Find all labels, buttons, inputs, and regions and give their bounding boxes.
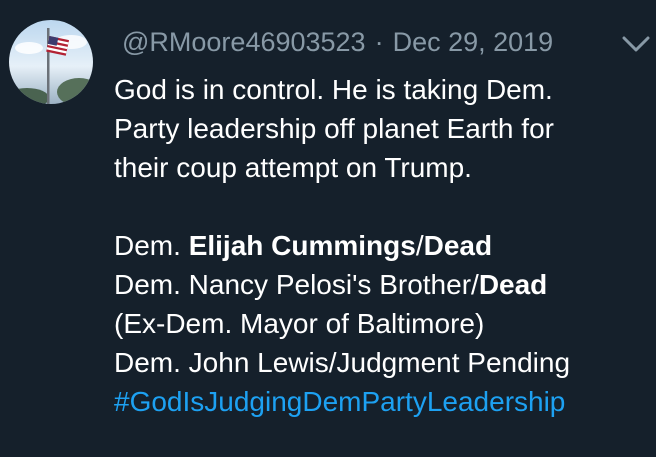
bold-status: Dead bbox=[478, 269, 548, 300]
bold-name: Elijah Cummings bbox=[188, 230, 416, 261]
tweet-header: @RMoore46903523 · Dec 29, 2019 bbox=[122, 24, 553, 60]
line-separator: / bbox=[415, 230, 424, 261]
hashtag-link[interactable]: #GodIsJudgingDemPartyLeadership bbox=[114, 382, 650, 421]
tweet-line: Dem. Nancy Pelosi's Brother/Dead bbox=[114, 265, 650, 304]
tweet-line: Dem. Elijah Cummings/Dead bbox=[114, 226, 650, 265]
tweet-line: Dem. John Lewis/Judgment Pending bbox=[114, 347, 571, 378]
user-handle[interactable]: @RMoore46903523 bbox=[122, 27, 366, 58]
tweet: @RMoore46903523 · Dec 29, 2019 God is in… bbox=[0, 0, 656, 457]
tweet-date[interactable]: Dec 29, 2019 bbox=[393, 27, 554, 58]
separator-dot: · bbox=[374, 26, 384, 57]
tweet-text: God is in control. He is taking Dem. Par… bbox=[114, 70, 650, 421]
line-prefix: Dem. Nancy Pelosi's Brother/ bbox=[114, 269, 479, 300]
tweet-line: Party leadership off planet Earth for bbox=[114, 113, 554, 144]
bold-status: Dead bbox=[423, 230, 493, 261]
tweet-line: (Ex-Dem. Mayor of Baltimore) bbox=[114, 308, 485, 339]
tweet-line: God is in control. He is taking Dem. bbox=[114, 74, 553, 105]
line-prefix: Dem. bbox=[114, 230, 189, 261]
avatar[interactable] bbox=[9, 20, 93, 104]
chevron-down-icon[interactable] bbox=[620, 30, 652, 56]
tweet-line: their coup attempt on Trump. bbox=[114, 152, 472, 183]
flag-photo-icon bbox=[9, 28, 93, 104]
